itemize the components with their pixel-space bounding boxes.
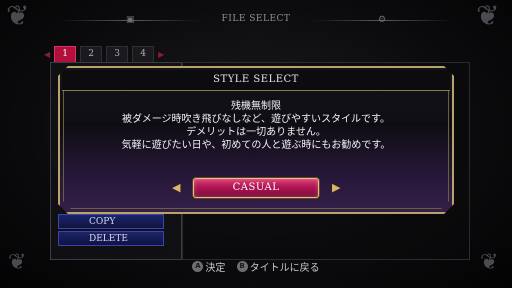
gear-icon[interactable]: ⚙ bbox=[378, 15, 386, 25]
back-label: タイトルに戻る bbox=[249, 263, 320, 274]
tab-next-icon[interactable]: ▶ bbox=[158, 50, 164, 59]
confirm-hint[interactable]: A 決定 bbox=[192, 259, 225, 274]
dialog-title: STYLE SELECT bbox=[213, 74, 299, 85]
style-option-button[interactable]: CASUAL bbox=[193, 178, 319, 198]
tab-page-4[interactable]: 4 bbox=[132, 45, 155, 63]
dialog-frame: STYLE SELECT 残機無制限 被ダメージ時吹き飛びなしなど、遊びやすいス… bbox=[58, 66, 454, 214]
style-select-dialog: STYLE SELECT 残機無制限 被ダメージ時吹き飛びなしなど、遊びやすいス… bbox=[58, 66, 454, 214]
copy-button[interactable]: COPY bbox=[58, 214, 164, 229]
style-description: 残機無制限 被ダメージ時吹き飛びなしなど、遊びやすいスタイルです。 デメリットは… bbox=[60, 100, 452, 152]
tab-prev-icon[interactable]: ◀ bbox=[44, 50, 50, 59]
description-line-1: 残機無制限 bbox=[231, 101, 281, 112]
description-line-4: 気軽に遊びたい日や、初めての人と遊ぶ時にもお勧めです。 bbox=[121, 140, 391, 151]
tab-page-3[interactable]: 3 bbox=[106, 45, 129, 63]
arrow-right-icon[interactable]: ▶ bbox=[332, 181, 340, 195]
a-button-icon: A bbox=[192, 261, 204, 272]
delete-button[interactable]: DELETE bbox=[58, 231, 164, 246]
back-hint[interactable]: B タイトルに戻る bbox=[236, 259, 320, 274]
arrow-left-icon[interactable]: ◀ bbox=[172, 181, 180, 195]
b-button-icon: B bbox=[236, 261, 248, 272]
button-hints: A 決定 B タイトルに戻る bbox=[0, 259, 512, 275]
dialog-header: STYLE SELECT bbox=[62, 70, 450, 91]
description-line-3: デメリットは一切ありません。 bbox=[186, 127, 326, 138]
screen-title: FILE SELECT bbox=[221, 14, 291, 24]
description-line-2: 被ダメージ時吹き飛びなしなど、遊びやすいスタイルです。 bbox=[122, 114, 390, 125]
tab-page-2[interactable]: 2 bbox=[80, 45, 103, 63]
page-tabs: ◀ 1 2 3 4 ▶ bbox=[44, 45, 164, 63]
tab-page-1[interactable]: 1 bbox=[54, 45, 77, 63]
confirm-label: 決定 bbox=[205, 263, 226, 274]
